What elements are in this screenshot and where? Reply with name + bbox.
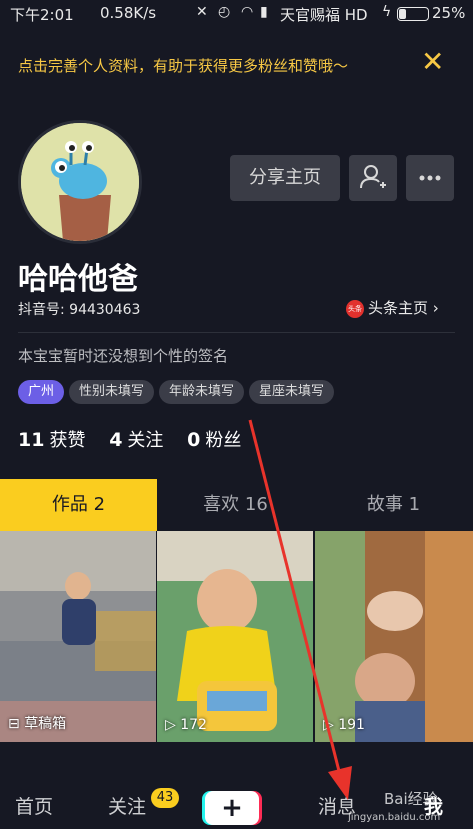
profile-name: 哈哈他爸: [18, 262, 138, 297]
close-icon[interactable]: ✕: [421, 48, 444, 76]
view-count: ▷ 191: [323, 717, 365, 733]
baidu-watermark-url: jingyan.baidu.com: [348, 812, 441, 823]
video-tile-1[interactable]: ▷ 172: [157, 531, 313, 742]
profile-tags: 广州 性别未填写 年龄未填写 星座未填写: [18, 380, 339, 406]
tab-works[interactable]: 作品 2: [0, 479, 157, 531]
stat-likes[interactable]: 11 获赞: [18, 429, 86, 451]
wifi-icon: ◠: [241, 4, 254, 20]
status-bar: 下午2:01 0.58K/s ✕ ◴ ◠ ▮ 天官赐福 HD ϟ 25%: [0, 0, 473, 26]
video-thumbnail: [315, 531, 473, 742]
fans-label: 粉丝: [205, 430, 242, 451]
tag-age[interactable]: 年龄未填写: [159, 380, 245, 404]
add-user-icon: [360, 165, 386, 189]
tab-stories[interactable]: 故事 1: [314, 479, 473, 531]
likes-label: 获赞: [49, 430, 86, 451]
drafts-caption: ⊟ 草稿箱: [8, 716, 67, 732]
notice-text: 点击完善个人资料，有助于获得更多粉丝和赞哦～: [18, 57, 349, 75]
video-tile-drafts[interactable]: ⊟ 草稿箱: [0, 531, 156, 742]
share-profile-button[interactable]: 分享主页: [230, 155, 340, 201]
toutiao-logo-icon: 头条: [346, 299, 364, 318]
profile-stats: 11 获赞 4 关注 0 粉丝: [18, 426, 259, 452]
nav-follow[interactable]: 关注: [108, 792, 146, 819]
baidu-watermark-logo: Bai经验: [384, 790, 438, 808]
chevron-right-icon: ›: [428, 299, 439, 317]
toutiao-homepage-link[interactable]: 头条 头条主页 ›: [346, 297, 439, 318]
likes-count: 11: [18, 429, 45, 451]
following-label: 关注: [127, 430, 164, 451]
status-carrier: 天官赐福 HD: [280, 6, 368, 24]
more-options-button[interactable]: [406, 155, 454, 201]
play-icon: ▷: [323, 717, 339, 733]
tag-zodiac[interactable]: 星座未填写: [249, 380, 335, 404]
signal-icon: ▮: [260, 4, 268, 20]
content-tabs: 作品 2 喜欢 16 故事 1: [0, 479, 473, 531]
play-icon: ▷: [165, 717, 181, 733]
battery-icon: [397, 7, 429, 21]
avatar-illustration-icon: [21, 123, 139, 241]
drafts-icon: ⊟: [8, 716, 25, 732]
view-count: ▷ 172: [165, 717, 207, 733]
drafts-thumbnail: [0, 531, 156, 742]
status-speed: 0.58K/s: [100, 4, 157, 22]
tag-gender[interactable]: 性别未填写: [69, 380, 155, 404]
douyin-id: 抖音号: 94430463: [18, 302, 141, 318]
follow-badge: 43: [151, 788, 179, 808]
tag-location[interactable]: 广州: [18, 380, 65, 404]
avatar[interactable]: [18, 120, 142, 244]
stat-fans[interactable]: 0 粉丝: [187, 429, 242, 451]
tab-likes[interactable]: 喜欢 16: [157, 479, 314, 531]
toutiao-label: 头条主页: [368, 299, 429, 317]
alarm-icon: ◴: [218, 4, 231, 20]
battery-percent: 25%: [432, 4, 466, 22]
video-tile-2[interactable]: ▷ 191: [315, 531, 473, 742]
status-time: 下午2:01: [10, 6, 74, 24]
video-thumbnail: [157, 531, 313, 742]
profile-notice-banner[interactable]: 点击完善个人资料，有助于获得更多粉丝和赞哦～ ✕: [0, 38, 473, 90]
nav-home[interactable]: 首页: [15, 792, 53, 819]
stat-following[interactable]: 4 关注: [109, 429, 164, 451]
following-count: 4: [109, 429, 123, 451]
create-video-button[interactable]: +: [205, 791, 259, 825]
add-friend-button[interactable]: [349, 155, 397, 201]
bio-text: 本宝宝暂时还没想到个性的签名: [18, 347, 229, 365]
more-icon: [419, 175, 441, 181]
fans-count: 0: [187, 429, 201, 451]
divider: [18, 332, 455, 333]
charging-icon: ϟ: [382, 4, 392, 20]
mute-icon: ✕: [196, 4, 208, 20]
